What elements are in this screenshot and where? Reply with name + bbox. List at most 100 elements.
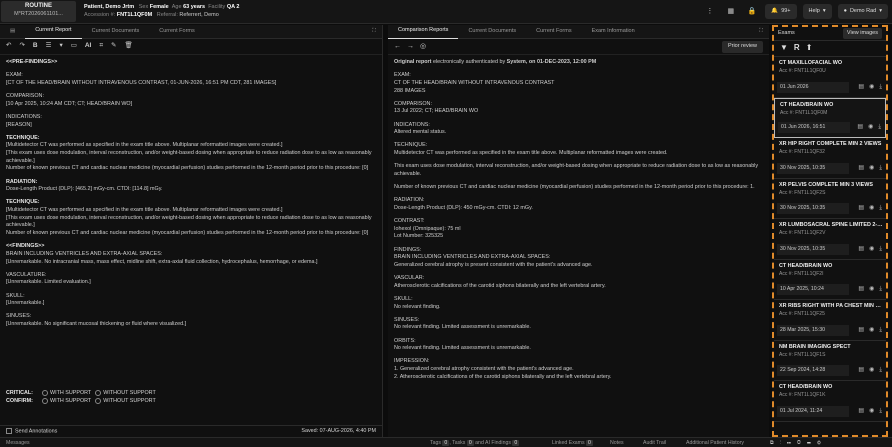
ai-button[interactable]: AI	[85, 42, 92, 50]
report-icon[interactable]: ▤	[857, 124, 863, 132]
top-right-controls: ⋮ ▦ 🔒 🔔 99+ Help ▾ ● Demo Rad ▾	[702, 4, 888, 19]
exam-card[interactable]: CT MAXILLOFACIAL WO Acc #: FNT1L1QF0U 01 J…	[774, 57, 886, 98]
tab-exam-information[interactable]: Exam Information	[582, 25, 645, 39]
download-icon[interactable]: ⤓	[879, 286, 882, 294]
help-button[interactable]: Help ▾	[802, 4, 832, 19]
confirm-label: CONFIRM:	[6, 398, 33, 405]
report-icon[interactable]: ▤	[858, 84, 864, 92]
tab-current-documents[interactable]: Current Documents	[82, 25, 150, 39]
report-icon[interactable]: ▤	[858, 367, 864, 375]
undo-icon[interactable]: ↶	[6, 42, 11, 50]
forward-arrow-icon[interactable]: →	[407, 42, 414, 51]
calendar-icon[interactable]: ▦	[723, 4, 738, 19]
back-arrow-icon[interactable]: ←	[394, 42, 401, 51]
view-eye-icon[interactable]: ◉	[869, 165, 874, 173]
expand-icon[interactable]: ⛶	[372, 28, 382, 35]
exam-card[interactable]: NM BRAIN IMAGING SPECT Acc #: FNT1L1QF1S 2…	[774, 340, 886, 381]
more-vertical-icon[interactable]: ⋮	[702, 4, 717, 19]
view-eye-icon[interactable]: ◉	[868, 124, 873, 132]
exam-name: CT MAXILLOFACIAL WO	[779, 60, 843, 66]
list-icon[interactable]: ☰	[46, 42, 52, 50]
notes-link[interactable]: Notes	[610, 440, 624, 447]
download-icon[interactable]: ⤓	[878, 124, 881, 132]
exam-name: CT HEAD/BRAIN WO	[780, 101, 834, 108]
view-eye-icon[interactable]: ◉	[869, 367, 874, 375]
macro-icon[interactable]: ⌗	[99, 42, 103, 50]
report-icon[interactable]: ▤	[858, 327, 864, 335]
download-icon[interactable]: ⤓	[879, 367, 882, 375]
critical-confirm-section: CRITICAL: WITH SUPPORT WITHOUT SUPPORT CON…	[6, 389, 156, 406]
view-eye-icon[interactable]: ◉	[869, 205, 874, 213]
confirm-with-support-radio[interactable]	[42, 397, 48, 404]
status-tool-icons[interactable]: ⧉⋮☷◎☰⚙	[770, 440, 827, 447]
exam-date: 10 Apr 2025, 10:24	[777, 284, 849, 295]
lock-icon[interactable]: 🔒	[744, 4, 759, 19]
mic-off-icon[interactable]: ✎	[111, 42, 116, 50]
filter-icon[interactable]: ▼	[780, 43, 788, 53]
report-icon[interactable]: ▤	[858, 408, 864, 416]
additional-history-link[interactable]: Additional Patient History	[686, 440, 744, 447]
upload-icon[interactable]: ⬆	[806, 43, 813, 53]
expand-icon[interactable]: ⛶	[759, 28, 769, 35]
exam-card[interactable]: CT HEAD/BRAIN WO Acc #: FNT1L1QF0M 01 Jun …	[774, 97, 886, 138]
compare-icon[interactable]: ◎	[420, 42, 426, 51]
tab-current-forms[interactable]: Current Forms	[526, 25, 581, 39]
panel-toggle-icon[interactable]: ▤	[0, 25, 25, 39]
exam-card[interactable]: XR RIBS RIGHT WITH PA CHEST MIN 3 VIEWS A…	[774, 300, 886, 341]
tags-tasks-link[interactable]: Tags 0, Tasks 0 and AI Findings 0	[430, 440, 520, 447]
exam-date: 01 Jul 2024, 11:24	[777, 405, 849, 417]
report-section: RADIATION: Dose-Length Product (DLP): [46…	[6, 179, 376, 194]
view-eye-icon[interactable]: ◉	[869, 246, 874, 254]
messages-link[interactable]: Messages	[6, 440, 30, 447]
download-icon[interactable]: ⤓	[879, 205, 882, 213]
exam-actions: ▤ ◉ ⤓	[858, 408, 882, 416]
notifications-button[interactable]: 🔔 99+	[765, 4, 797, 19]
tab-current-forms[interactable]: Current Forms	[149, 25, 204, 39]
view-eye-icon[interactable]: ◉	[869, 286, 874, 294]
report-editor[interactable]: <<PRE-FINDINGS>> EXAM: [CT OF THE HEAD/BRA…	[0, 55, 382, 338]
tags-label: Tags	[430, 440, 441, 446]
download-icon[interactable]: ⤓	[879, 165, 882, 173]
template-icon[interactable]: ▭	[71, 42, 77, 50]
trash-icon[interactable]: 🗑	[124, 42, 132, 50]
bold-icon[interactable]: B	[33, 42, 38, 50]
view-eye-icon[interactable]: ◉	[869, 408, 874, 416]
linked-exams-link[interactable]: Linked Exams 0	[552, 440, 593, 447]
exam-card[interactable]: XR LUMBOSACRAL SPINE LIMITED 2-3 VIEWS Ac…	[774, 219, 886, 260]
redo-icon[interactable]: ↷	[19, 42, 24, 50]
exam-card[interactable]: XR HIP RIGHT COMPLETE MIN 2 VIEWS Acc #: …	[774, 138, 886, 179]
tab-current-documents[interactable]: Current Documents	[458, 25, 526, 39]
send-annotations[interactable]: Send Annotations	[6, 427, 57, 435]
exam-card[interactable]: CT HEAD/BRAIN WO Acc #: FNT1L1QF1K 01 Jul …	[774, 381, 886, 422]
view-eye-icon[interactable]: ◉	[869, 84, 874, 92]
tab-current-report[interactable]: Current Report	[25, 25, 82, 39]
report-icon[interactable]: ▤	[858, 165, 864, 173]
report-icon[interactable]: ▤	[858, 205, 864, 213]
download-icon[interactable]: ⤓	[879, 84, 882, 92]
critical-with-support-radio[interactable]	[42, 389, 48, 396]
report-icon[interactable]: ▤	[858, 246, 864, 254]
exam-card[interactable]: XR PELVIS COMPLETE MIN 3 VIEWS Acc #: FNT…	[774, 178, 886, 219]
report-icon[interactable]: ▤	[858, 286, 864, 294]
critical-without-support-radio[interactable]	[95, 389, 102, 396]
view-eye-icon[interactable]: ◉	[869, 327, 874, 335]
send-annotations-checkbox[interactable]	[6, 427, 12, 434]
exams-sidebar: Exams View images ▼ R ⬆ CT MAXILLOFACIAL…	[772, 25, 888, 437]
exam-accession: Acc #: FNT1L1QF0U	[779, 68, 826, 75]
download-icon[interactable]: ⤓	[879, 246, 882, 254]
radiology-filter-icon[interactable]: R	[794, 43, 800, 53]
list-dropdown-icon[interactable]: ▾	[59, 42, 62, 50]
download-icon[interactable]: ⤓	[879, 327, 882, 335]
view-images-button[interactable]: View images	[842, 28, 882, 39]
confirm-without-support-radio[interactable]	[95, 397, 102, 404]
tab-comparison-reports[interactable]: Comparison Reports	[388, 25, 459, 39]
user-menu[interactable]: ● Demo Rad ▾	[837, 4, 888, 19]
audit-trail-link[interactable]: Audit Trail	[643, 440, 666, 447]
exam-accession: Acc #: FNT1L1QF25	[779, 311, 825, 318]
prior-review-button[interactable]: Prior review	[721, 41, 763, 53]
exam-card[interactable]: CT HEAD/BRAIN WO Acc #: FNT1L1QF2I 10 Apr …	[774, 259, 886, 300]
download-icon[interactable]: ⤓	[879, 408, 882, 416]
order-badge[interactable]: ROUTINE M*RT2026061101...	[1, 1, 76, 22]
exam-accession: Acc #: FNT1L1QF2V	[779, 230, 826, 237]
report-section-heading: SINUSES: [Unremarkable. No significant mu…	[6, 313, 187, 328]
